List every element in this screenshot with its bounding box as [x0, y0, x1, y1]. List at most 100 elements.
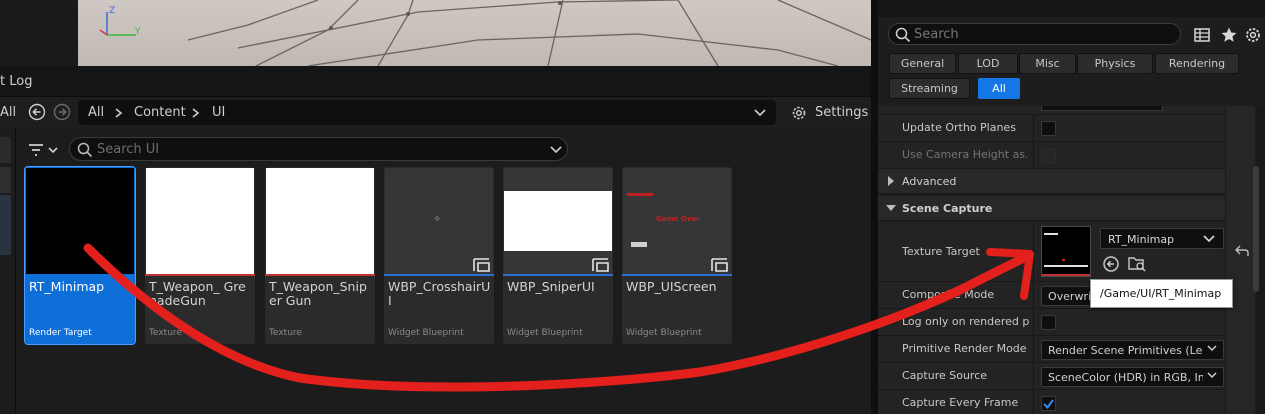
breadcrumb-separator-icon	[115, 108, 123, 118]
property-row-primitive-render-mode: Primitive Render Mode Render Scene Primi…	[878, 336, 1255, 363]
details-panel: Search General LOD Misc Physics Renderin…	[878, 0, 1265, 414]
asset-type-strip	[25, 274, 135, 276]
thumbnail-dot	[1062, 259, 1065, 261]
asset-name: T_Weapon_Sniper Gun	[269, 279, 367, 308]
level-viewport[interactable]: Z Y	[78, 0, 871, 66]
chevron-down-icon	[1207, 345, 1217, 352]
rendered-primitives-checkbox[interactable]	[1041, 315, 1056, 330]
reset-arrow-icon[interactable]	[1235, 245, 1249, 257]
details-header-strip	[878, 0, 1265, 17]
chevron-down-icon[interactable]	[550, 146, 562, 154]
asset-name: T_Weapon_ GrenadeGun	[149, 279, 246, 308]
sources-row[interactable]	[0, 167, 11, 193]
thumbnail-line	[1044, 233, 1058, 235]
asset-thumbnail	[266, 168, 374, 274]
sources-row[interactable]	[0, 195, 11, 255]
primitive-render-mode-select[interactable]: Render Scene Primitives (Legacy)	[1041, 340, 1224, 360]
asset-tile-wbp-crosshairui[interactable]: ✧ WBP_CrosshairUI Widget Blueprint	[384, 167, 494, 344]
category-misc[interactable]: Misc	[1019, 53, 1076, 74]
forward-icon[interactable]	[53, 103, 71, 121]
tooltip-text: /Game/UI/RT_Minimap	[1100, 287, 1222, 300]
property-label: Texture Target	[902, 245, 980, 258]
search-icon	[77, 142, 93, 158]
section-scene-capture[interactable]: Scene Capture	[878, 196, 1255, 221]
filter-button[interactable]	[26, 139, 62, 161]
breadcrumb-ui[interactable]: UI	[212, 105, 225, 120]
category-lod[interactable]: LOD	[958, 53, 1018, 74]
category-all[interactable]: All	[978, 78, 1020, 99]
use-selected-icon[interactable]	[1102, 255, 1120, 273]
asset-type-strip	[384, 274, 494, 276]
output-log-tab[interactable]: t Log	[0, 74, 32, 89]
section-label: Advanced	[902, 175, 957, 188]
primitive-render-mode-value: Render Scene Primitives (Legacy)	[1048, 344, 1203, 357]
details-search-placeholder: Search	[914, 27, 959, 42]
texture-target-thumbnail[interactable]	[1041, 226, 1091, 277]
gear-icon	[792, 106, 806, 120]
breadcrumb-content[interactable]: Content	[134, 105, 186, 120]
asset-search-input[interactable]: Search UI	[69, 137, 568, 161]
column-divider	[1033, 390, 1034, 414]
settings-button[interactable]: Settings	[790, 101, 869, 125]
property-row-rendered-primitives: Log only on rendered pi...	[878, 309, 1255, 336]
chevron-down-icon	[886, 205, 896, 211]
axis-z-label: Z	[109, 6, 116, 16]
category-general[interactable]: General	[889, 53, 956, 74]
property-label: Capture Every Frame	[902, 396, 1019, 409]
breadcrumb-separator-icon	[192, 108, 200, 118]
filter-icon	[29, 144, 58, 156]
settings-label: Settings	[815, 105, 869, 120]
asset-tile-rt-minimap[interactable]: RT_Minimap Render Target	[24, 166, 136, 345]
reset-column	[1225, 106, 1255, 414]
asset-path-tooltip: /Game/UI/RT_Minimap	[1090, 279, 1233, 308]
asset-search-placeholder: Search UI	[97, 142, 160, 157]
panel-splitter[interactable]	[871, 0, 878, 414]
property-row-camera-height: Use Camera Height as...	[878, 142, 1255, 169]
back-icon[interactable]	[28, 103, 46, 121]
partial-field	[1041, 106, 1163, 111]
asset-type: Texture	[149, 328, 182, 338]
breadcrumb-all[interactable]: All	[88, 105, 104, 120]
asset-type: Widget Blueprint	[507, 328, 583, 338]
asset-name: RT_Minimap	[29, 279, 105, 294]
table-view-icon[interactable]	[1193, 26, 1211, 44]
thumbnail-white-rect	[504, 191, 612, 251]
update-ortho-planes-checkbox[interactable]	[1041, 121, 1056, 136]
capture-source-select[interactable]: SceneColor (HDR) in RGB, Inv Opacity in …	[1041, 367, 1224, 387]
property-label: Primitive Render Mode	[902, 342, 1027, 355]
browse-folder-icon[interactable]	[1127, 254, 1147, 272]
column-divider	[1033, 309, 1034, 335]
category-physics[interactable]: Physics	[1077, 53, 1153, 74]
asset-type: Widget Blueprint	[388, 328, 464, 338]
capture-source-value: SceneColor (HDR) in RGB, Inv Opacity in …	[1048, 371, 1203, 384]
chevron-down-icon[interactable]	[754, 109, 766, 117]
asset-tile-wbp-uiscreen[interactable]: Game Over WBP_UIScreen Widget Blueprint	[622, 167, 732, 344]
asset-tile-wbp-sniperui[interactable]: WBP_SniperUI Widget Blueprint	[503, 167, 613, 344]
camera-height-checkbox[interactable]	[1041, 148, 1056, 163]
star-icon[interactable]	[1220, 26, 1238, 44]
details-search-input[interactable]: Search	[888, 23, 1181, 45]
category-rendering[interactable]: Rendering	[1155, 53, 1239, 74]
viewport-floor-grid	[99, 0, 871, 66]
sources-all-label[interactable]: All	[0, 105, 16, 120]
column-divider	[1033, 142, 1034, 168]
asset-tile-t-weapon-grenadegun[interactable]: T_Weapon_ GrenadeGun Texture	[145, 167, 255, 344]
column-divider	[1033, 363, 1034, 389]
search-icon	[895, 27, 911, 43]
axis-y-label: Y	[135, 27, 141, 37]
asset-name: WBP_SniperUI	[507, 279, 595, 294]
texture-target-value: RT_Minimap	[1108, 233, 1175, 246]
thumbnail-strip	[1042, 274, 1090, 276]
texture-target-select[interactable]: RT_Minimap	[1100, 228, 1224, 249]
property-label: Use Camera Height as...	[902, 148, 1027, 161]
capture-every-frame-checkbox[interactable]	[1041, 396, 1056, 411]
breadcrumb[interactable]: All Content UI	[78, 100, 776, 125]
category-streaming[interactable]: Streaming	[889, 78, 970, 99]
details-scroll-thumb[interactable]	[1253, 166, 1259, 292]
column-divider	[1033, 336, 1034, 362]
sources-row[interactable]	[0, 137, 11, 163]
asset-tile-t-weapon-snipergun[interactable]: T_Weapon_Sniper Gun Texture	[265, 167, 375, 344]
section-advanced[interactable]: Advanced	[878, 169, 1255, 194]
section-label: Scene Capture	[902, 202, 993, 215]
gear-icon[interactable]	[1244, 26, 1262, 44]
